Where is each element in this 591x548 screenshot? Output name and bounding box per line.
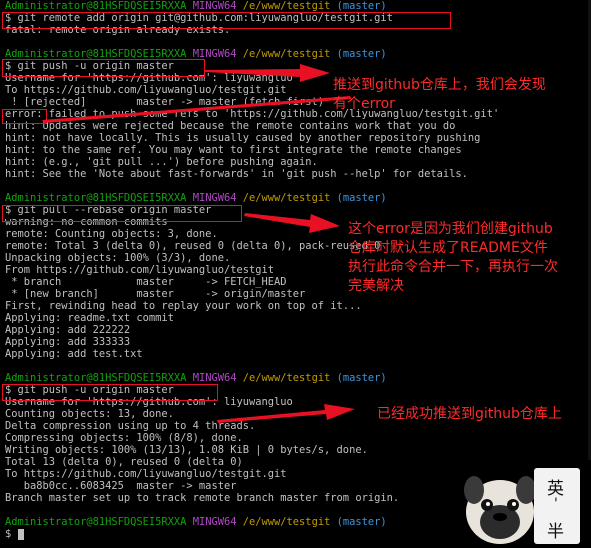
arrow-to-push-2 — [217, 404, 355, 423]
annotation-push-success: 已经成功推送到github仓库上 — [377, 406, 562, 422]
output-line: Applying: add 333333 — [5, 336, 131, 348]
highlight-box-remote-add — [2, 12, 451, 29]
output-line: Applying: add 222222 — [5, 324, 131, 336]
output-line: Applying: add test.txt — [5, 348, 143, 360]
pug-dog-icon — [460, 460, 591, 544]
watermark-char-2: ' — [554, 496, 558, 512]
output-line: remote: Counting objects: 3, done. — [5, 228, 218, 240]
prompt-path: /e/www/testgit — [242, 516, 331, 528]
prompt-user: Administrator@81HSFDQSEI5RXXA — [5, 0, 187, 12]
prompt-user: Administrator@81HSFDQSEI5RXXA — [5, 372, 187, 384]
arrow-to-pull-rebase — [244, 213, 340, 233]
input-prompt: $ — [5, 528, 18, 540]
output-line: * [new branch] master -> origin/master — [5, 288, 306, 300]
prompt-user: Administrator@81HSFDQSEI5RXXA — [5, 192, 187, 204]
output-line: hint: not have locally. This is usually … — [5, 132, 481, 144]
annotation-push-error: 推送到github仓库上，我们会发现 有个error — [333, 77, 546, 112]
output-line: Unpacking objects: 100% (3/3), done. — [5, 252, 231, 264]
prompt-shell: MINGW64 — [192, 192, 237, 204]
output-line: Writing objects: 100% (13/13), 1.08 KiB … — [5, 444, 368, 456]
text-cursor — [17, 528, 24, 540]
output-line: hint: (e.g., 'git pull ...') before push… — [5, 156, 318, 168]
prompt-shell: MINGW64 — [192, 516, 237, 528]
prompt-user: Administrator@81HSFDQSEI5RXXA — [5, 516, 187, 528]
prompt-line: Administrator@81HSFDQSEI5RXXA MINGW64 /e… — [5, 0, 387, 12]
arrow-to-error — [42, 96, 352, 123]
output-line: To https://github.com/liyuwangluo/testgi… — [5, 468, 287, 480]
output-line: remote: Total 3 (delta 0), reused 0 (del… — [5, 240, 381, 252]
output-line: Branch master set up to track remote bra… — [5, 492, 400, 504]
output-line: From https://github.com/liyuwangluo/test… — [5, 264, 274, 276]
output-line: Applying: readme.txt commit — [5, 312, 174, 324]
highlight-box-pull-rebase — [2, 205, 242, 222]
prompt-shell: MINGW64 — [192, 372, 237, 384]
prompt-branch: (master) — [336, 0, 387, 12]
output-line: hint: See the 'Note about fast-forwards'… — [5, 168, 468, 180]
prompt-line: Administrator@81HSFDQSEI5RXXA MINGW64 /e… — [5, 516, 387, 528]
prompt-shell: MINGW64 — [192, 0, 237, 12]
prompt-path: /e/www/testgit — [242, 0, 331, 12]
output-line: hint: to the same ref. You may want to f… — [5, 144, 462, 156]
prompt-branch: (master) — [336, 192, 387, 204]
output-line: ba8b0cc..6083425 master -> master — [5, 480, 237, 492]
highlight-box-push-2 — [2, 384, 218, 401]
prompt-path: /e/www/testgit — [242, 372, 331, 384]
prompt-line: Administrator@81HSFDQSEI5RXXA MINGW64 /e… — [5, 192, 387, 204]
input-line[interactable]: $ — [5, 528, 24, 540]
arrow-to-push-1 — [205, 64, 330, 82]
prompt-line: Administrator@81HSFDQSEI5RXXA MINGW64 /e… — [5, 372, 387, 384]
output-line: Total 13 (delta 0), reused 0 (delta 0) — [5, 456, 243, 468]
highlight-box-push-1 — [2, 59, 205, 77]
output-line: Compressing objects: 100% (8/8), done. — [5, 432, 243, 444]
annotation-pull-explanation: 这个error是因为我们创建github 仓库时默认生成了README文件 执行… — [348, 221, 558, 294]
prompt-branch: (master) — [336, 372, 387, 384]
prompt-branch: (master) — [336, 48, 387, 60]
prompt-branch: (master) — [336, 516, 387, 528]
watermark-avatar: 英 ' 半 — [460, 460, 591, 544]
output-line: * branch master -> FETCH_HEAD — [5, 276, 287, 288]
output-line: Counting objects: 13, done. — [5, 408, 174, 420]
output-line: First, rewinding head to replay your wor… — [5, 300, 362, 312]
prompt-path: /e/www/testgit — [242, 48, 331, 60]
prompt-path: /e/www/testgit — [242, 192, 331, 204]
watermark-char-3: 半 — [547, 522, 564, 542]
